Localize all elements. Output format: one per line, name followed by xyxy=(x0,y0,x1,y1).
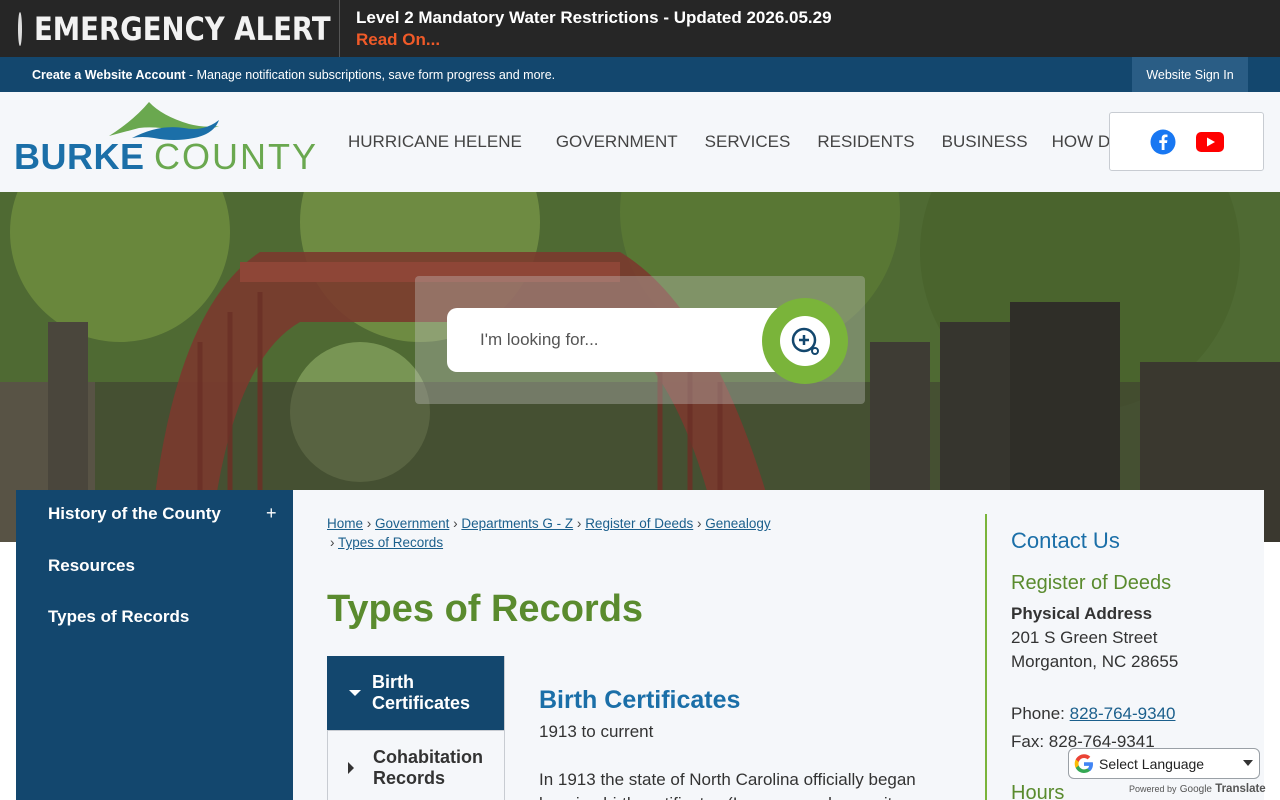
alert-message-area: Level 2 Mandatory Water Restrictions - U… xyxy=(340,8,832,50)
sidebar-item-types-of-records[interactable]: Types of Records xyxy=(48,607,189,627)
breadcrumb-home[interactable]: Home xyxy=(327,516,363,531)
select-language-label: Select Language xyxy=(1099,755,1205,772)
tab-label-line2: Certificates xyxy=(372,693,471,713)
breadcrumb-separator: › xyxy=(453,516,458,531)
contact-department: Register of Deeds xyxy=(1011,572,1172,594)
website-sign-in-button[interactable]: Website Sign In xyxy=(1132,57,1248,92)
alert-label-area: EMERGENCY ALERT xyxy=(0,0,340,57)
burke-county-logo[interactable]: BURKE COUNTY xyxy=(14,98,319,178)
logo-text-burke: BURKE xyxy=(14,136,145,177)
contact-divider xyxy=(985,514,987,800)
search-plus-icon xyxy=(791,327,819,355)
breadcrumb-separator: › xyxy=(330,535,335,550)
tab-label-line2: Records xyxy=(373,768,446,788)
alert-message[interactable]: Level 2 Mandatory Water Restrictions - U… xyxy=(356,8,832,28)
sidebar-item-history[interactable]: History of the County xyxy=(48,504,221,524)
google-brand: Google xyxy=(1179,784,1212,795)
breadcrumb-separator: › xyxy=(366,516,372,531)
expand-plus-icon[interactable]: + xyxy=(266,503,277,524)
tab-cohabitation-records[interactable]: Cohabitation Records xyxy=(327,730,505,800)
breadcrumb-register-of-deeds[interactable]: Register of Deeds xyxy=(585,516,693,531)
tab-birth-certificates[interactable]: Birth Certificates xyxy=(327,656,505,730)
nav-hurricane-helene[interactable]: HURRICANE HELENE xyxy=(348,132,522,152)
create-account-link[interactable]: Create a Website Account xyxy=(32,68,186,82)
content-heading: Birth Certificates xyxy=(539,686,741,714)
breadcrumb-separator: › xyxy=(576,516,582,531)
alert-title: EMERGENCY ALERT xyxy=(34,9,331,48)
phone-link[interactable]: 828-764-9340 xyxy=(1070,704,1176,723)
account-prompt: Create a Website Account - Manage notifi… xyxy=(0,68,555,82)
nav-services[interactable]: SERVICES xyxy=(705,132,791,152)
alert-light-icon xyxy=(18,11,22,46)
caret-down-icon xyxy=(349,690,361,696)
tab-divider xyxy=(504,656,505,800)
physical-address-label: Physical Address xyxy=(1011,604,1153,623)
caret-right-icon xyxy=(348,762,354,774)
alert-read-on-link[interactable]: Read On... xyxy=(356,30,832,50)
hours-title: Hours xyxy=(1011,782,1065,800)
page-title: Types of Records xyxy=(327,588,644,630)
search-button-inner xyxy=(780,316,830,366)
contact-city: Morganton, NC 28655 xyxy=(1011,652,1179,671)
site-search-input[interactable] xyxy=(447,308,807,372)
contact-us-title: Contact Us xyxy=(1011,528,1120,553)
breadcrumb: Home › Government › Departments G - Z › … xyxy=(327,514,771,552)
breadcrumb-government[interactable]: Government xyxy=(375,516,449,531)
contact-phone-line: Phone: 828-764-9340 xyxy=(1011,704,1175,724)
contact-street: 201 S Green Street xyxy=(1011,628,1158,647)
breadcrumb-departments[interactable]: Departments G - Z xyxy=(461,516,573,531)
emergency-alert-bar: EMERGENCY ALERT Level 2 Mandatory Water … xyxy=(0,0,1280,57)
search-button[interactable] xyxy=(762,298,848,384)
breadcrumb-genealogy[interactable]: Genealogy xyxy=(705,516,770,531)
breadcrumb-separator: › xyxy=(697,516,702,531)
powered-by-google-translate[interactable]: Powered by Google Translate xyxy=(1129,783,1266,795)
translate-word: Translate xyxy=(1215,783,1266,795)
main-navigation: HURRICANE HELENE GOVERNMENT SERVICES RES… xyxy=(336,92,1174,192)
account-bar: Create a Website Account - Manage notifi… xyxy=(0,57,1280,92)
nav-business[interactable]: BUSINESS xyxy=(942,132,1028,152)
logo-text-county: COUNTY xyxy=(154,136,318,177)
phone-label: Phone: xyxy=(1011,704,1070,723)
section-sidebar: History of the County + Resources Types … xyxy=(16,490,293,800)
social-links xyxy=(1109,112,1264,171)
sidebar-item-resources[interactable]: Resources xyxy=(48,556,135,576)
nav-government[interactable]: GOVERNMENT xyxy=(556,132,678,152)
nav-residents[interactable]: RESIDENTS xyxy=(817,132,914,152)
site-header: BURKE COUNTY HURRICANE HELENE GOVERNMENT… xyxy=(0,92,1280,192)
powered-by-text: Powered by xyxy=(1129,784,1177,794)
language-select[interactable]: Select Language xyxy=(1068,748,1260,779)
youtube-icon[interactable] xyxy=(1195,131,1224,152)
breadcrumb-types-of-records[interactable]: Types of Records xyxy=(338,535,443,550)
content-paragraph: In 1913 the state of North Carolina offi… xyxy=(539,770,916,800)
tab-label-line1: Birth xyxy=(372,672,414,692)
content-subheading: 1913 to current xyxy=(539,722,654,741)
account-description: - Manage notification subscriptions, sav… xyxy=(185,67,556,82)
google-g-icon xyxy=(1074,753,1093,773)
tab-label-line1: Cohabitation xyxy=(373,747,483,767)
chevron-down-icon xyxy=(1243,760,1253,766)
facebook-icon[interactable] xyxy=(1150,129,1176,155)
